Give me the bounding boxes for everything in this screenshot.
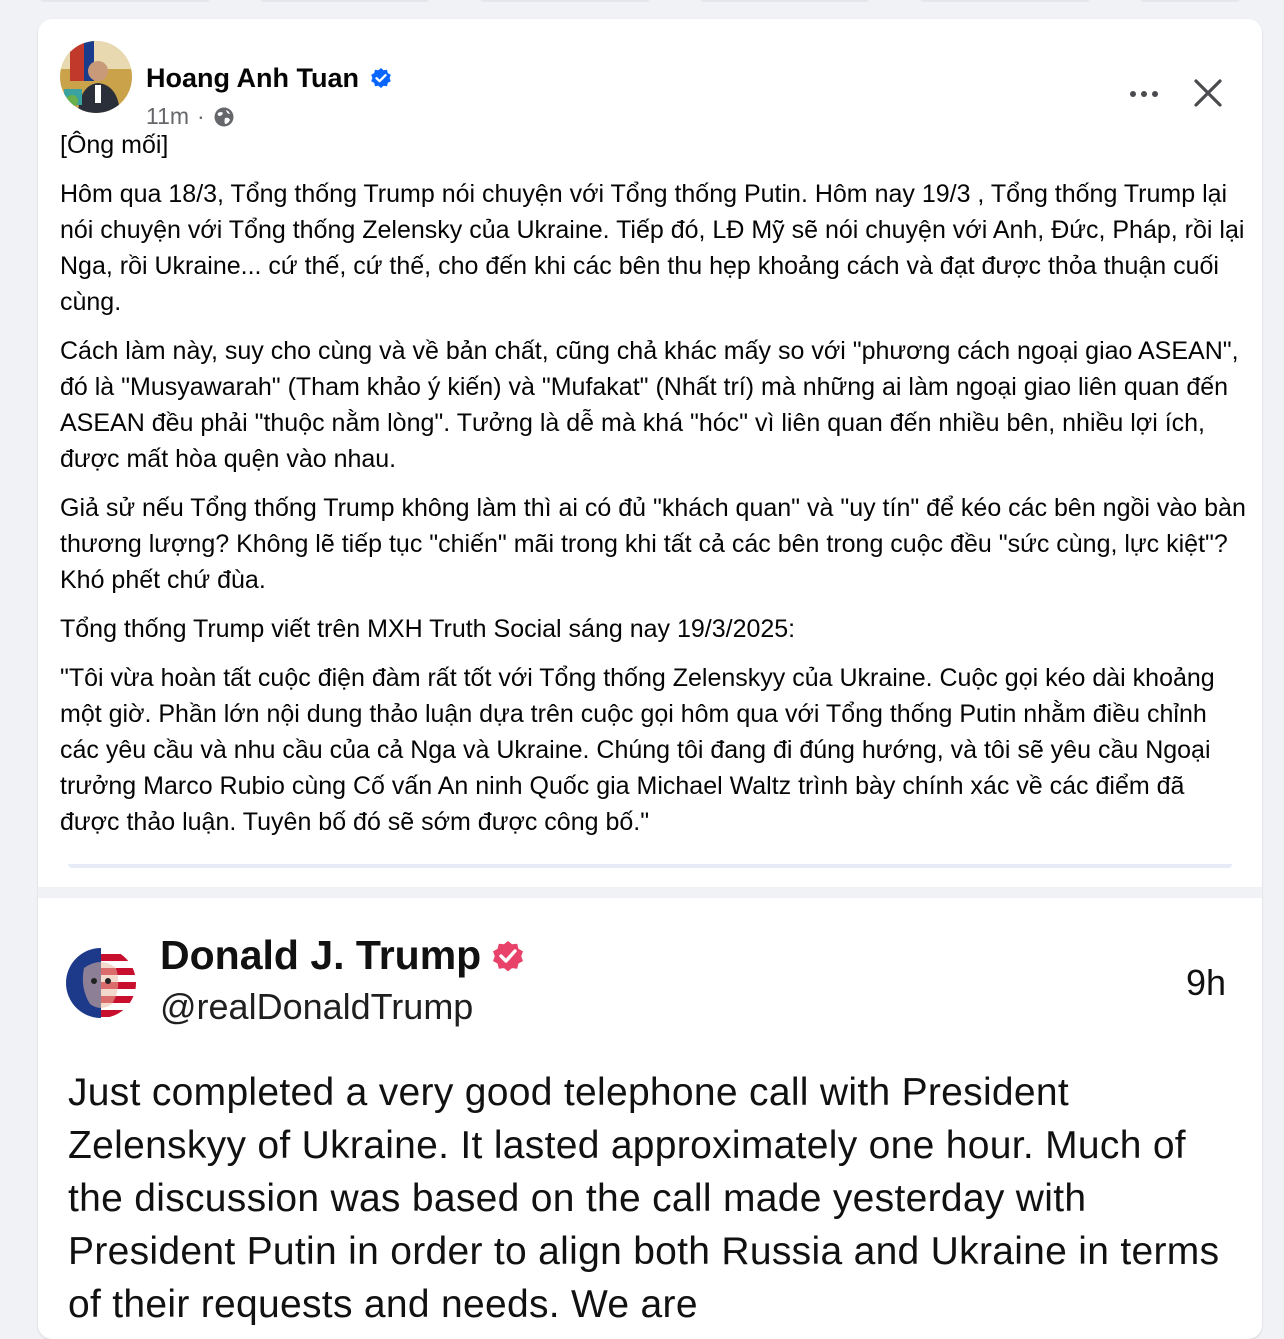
author-name-row: Hoang Anh Tuan	[146, 63, 393, 94]
embed-name-row: Donald J. Trump	[160, 932, 527, 979]
embed-timestamp: 9h	[1185, 962, 1226, 1003]
post-paragraph: Hôm qua 18/3, Tổng thống Trump nói chuyệ…	[60, 180, 1245, 316]
author-avatar[interactable]	[60, 41, 132, 113]
strip-chip	[1140, 0, 1240, 2]
post-timestamp[interactable]: 11m	[146, 103, 189, 130]
verified-badge-icon	[369, 67, 393, 91]
post-meta: 11m ·	[146, 103, 235, 130]
post-header: Hoang Anh Tuan 11m ·	[60, 41, 1262, 129]
post-paragraph: Giả sử nếu Tổng thống Trump không làm th…	[60, 494, 1246, 594]
more-options-dot	[1141, 91, 1147, 97]
previous-content-strip	[0, 0, 1284, 14]
embed-post-text: Just completed a very good telephone cal…	[68, 1071, 1220, 1326]
strip-chip	[700, 0, 870, 2]
meta-separator: ·	[197, 103, 205, 129]
trump-avatar	[66, 948, 136, 1018]
strip-chip	[480, 0, 650, 2]
strip-chip	[40, 0, 210, 2]
embed-top-border	[68, 864, 1232, 868]
section-separator	[38, 887, 1262, 898]
author-name[interactable]: Hoang Anh Tuan	[146, 63, 359, 94]
close-icon	[1194, 79, 1222, 107]
post-paragraph: Tổng thống Trump viết trên MXH Truth Soc…	[60, 615, 796, 643]
post-paragraph: Cách làm này, suy cho cùng và về bản chấ…	[60, 337, 1239, 473]
post-paragraph: "Tôi vừa hoàn tất cuộc điện đàm rất tốt …	[60, 664, 1215, 836]
globe-icon[interactable]	[213, 106, 235, 128]
more-options-dot	[1152, 91, 1158, 97]
more-options-button[interactable]	[1122, 79, 1166, 109]
close-button[interactable]	[1190, 75, 1226, 111]
more-options-icon	[1130, 91, 1136, 97]
embedded-truth-social-screenshot[interactable]: Donald J. Trump @realDonaldTrump 9h Just…	[38, 898, 1262, 1326]
strip-chip	[260, 0, 430, 2]
embed-author-name: Donald J. Trump	[160, 932, 482, 978]
post-text: [Ông mối] Hôm qua 18/3, Tổng thống Trump…	[60, 127, 1246, 853]
strip-chip	[920, 0, 1090, 2]
embed-handle: @realDonaldTrump	[160, 986, 474, 1027]
verified-badge-icon	[489, 937, 527, 975]
post-paragraph: [Ông mối]	[60, 131, 169, 159]
